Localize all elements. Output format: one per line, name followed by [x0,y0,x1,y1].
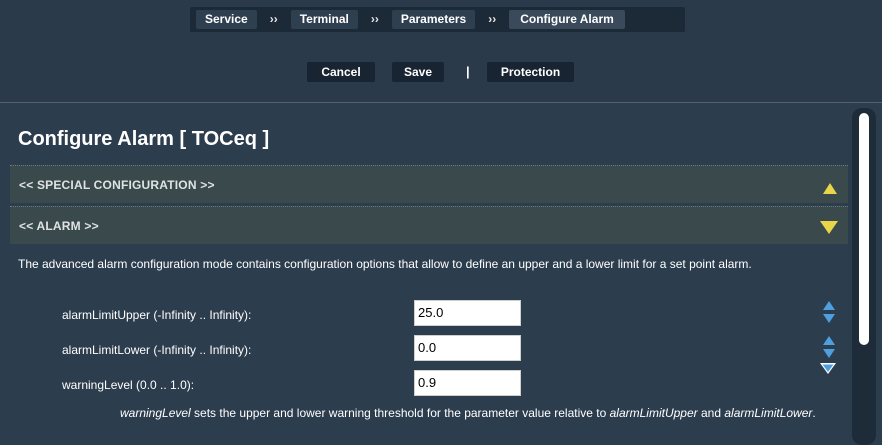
alarm-limit-lower-input[interactable]: 0.0 [414,335,521,361]
breadcrumb-separator: ›› [488,12,497,26]
save-button[interactable]: Save [392,62,444,82]
cancel-button[interactable]: Cancel [307,62,375,82]
expand-down-arrow-icon[interactable] [820,221,838,234]
warning-level-label: warningLevel (0.0 .. 1.0): [62,378,195,392]
section-special-label: << SPECIAL CONFIGURATION >> [19,178,215,192]
main-content: Configure Alarm [ TOCeq ] << SPECIAL CON… [10,103,848,445]
section-special-configuration[interactable]: << SPECIAL CONFIGURATION >> [10,165,848,203]
alarm-description: The advanced alarm configuration mode co… [18,257,752,271]
breadcrumb-parameters[interactable]: Parameters [391,10,476,29]
alarm-limit-upper-stepper[interactable] [822,300,836,326]
chevron-down-icon[interactable] [819,361,837,375]
warning-level-toggle[interactable] [819,361,837,387]
breadcrumb: Service ›› Terminal ›› Parameters ›› Con… [190,7,685,32]
action-divider: | [466,64,470,79]
action-bar: Cancel Save | Protection [0,62,882,82]
page-title: Configure Alarm [ TOCeq ] [18,128,270,150]
breadcrumb-separator: ›› [370,12,379,26]
stepper-arrows-icon[interactable] [822,300,836,326]
note-term: alarmLimitLower [724,406,813,420]
breadcrumb-configure-alarm: Configure Alarm [509,10,625,29]
warning-level-note: warningLevel sets the upper and lower wa… [120,407,820,420]
warning-level-input[interactable]: 0.9 [414,370,521,396]
note-text: sets the upper and lower warning thresho… [190,406,610,420]
alarm-limit-lower-label: alarmLimitLower (-Infinity .. Infinity): [62,343,252,357]
section-alarm[interactable]: << ALARM >> [10,206,848,244]
breadcrumb-separator: ›› [269,12,278,26]
breadcrumb-terminal[interactable]: Terminal [290,10,358,29]
note-text: and [697,406,725,420]
collapse-up-arrow-icon[interactable] [823,183,837,194]
section-alarm-label: << ALARM >> [19,219,99,233]
header: Service ›› Terminal ›› Parameters ›› Con… [0,0,882,103]
alarm-limit-upper-label: alarmLimitUpper (-Infinity .. Infinity): [62,308,252,322]
breadcrumb-service[interactable]: Service [196,10,257,29]
note-text: . [812,406,816,420]
alarm-limit-lower-stepper[interactable] [822,335,836,361]
protection-button[interactable]: Protection [487,62,574,82]
scrollbar-thumb[interactable] [859,113,869,345]
stepper-arrows-icon[interactable] [822,335,836,361]
alarm-limit-upper-input[interactable]: 25.0 [414,300,521,326]
note-term: warningLevel [120,406,191,420]
note-term: alarmLimitUpper [609,406,698,420]
